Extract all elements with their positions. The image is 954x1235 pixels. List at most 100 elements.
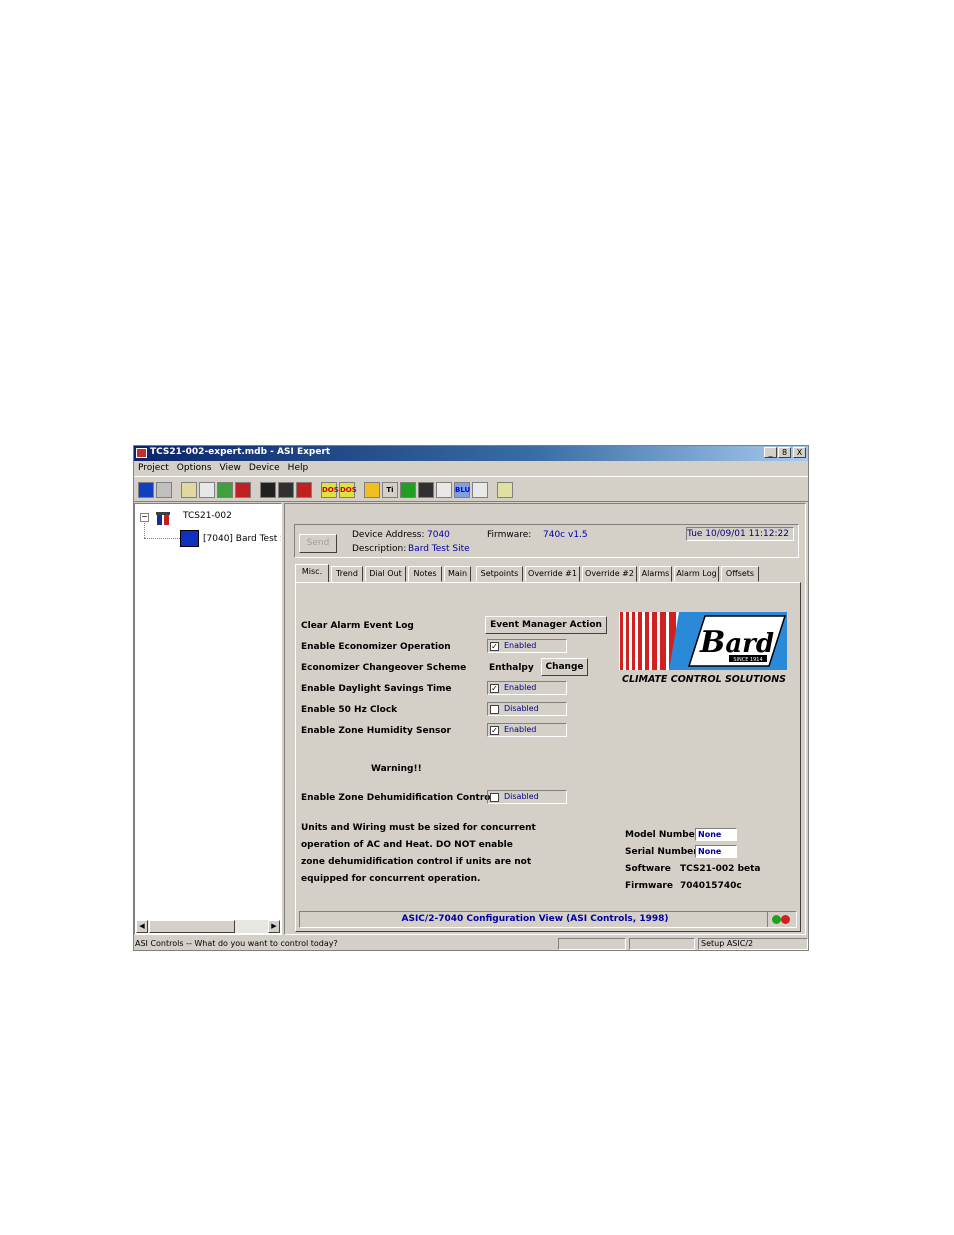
dial-icon[interactable] (181, 482, 197, 498)
changeover-value: Enthalpy (489, 663, 534, 673)
checkbox-empty-icon[interactable] (490, 793, 499, 802)
red-led-icon (781, 915, 790, 924)
tab-dial-out[interactable]: Dial Out (365, 566, 406, 582)
window-dark-icon[interactable] (418, 482, 434, 498)
tree-collapse-toggle[interactable]: − (140, 513, 149, 522)
green-square-icon[interactable] (400, 482, 416, 498)
title-bar[interactable]: TCS21-002-expert.mdb - ASI Expert _ 8 X (134, 446, 808, 461)
app-window: TCS21-002-expert.mdb - ASI Expert _ 8 X Pr… (133, 445, 809, 951)
humidity-state: Enabled (504, 725, 537, 734)
daylight-state: Enabled (504, 683, 537, 692)
tower-icon (155, 509, 171, 525)
binoculars-icon[interactable] (217, 482, 233, 498)
warning-text: Warning!! (371, 764, 422, 774)
menu-bar: Project Options View Device Help (134, 461, 808, 476)
menu-options[interactable]: Options (173, 461, 216, 473)
device-address-value: 7040 (427, 530, 450, 540)
dos-2-icon[interactable]: DOS (339, 482, 357, 498)
svg-text:Bard: Bard (699, 625, 774, 660)
tree-device-label[interactable]: [7040] Bard Test S (203, 534, 281, 544)
config-footer: ASIC/2-7040 Configuration View (ASI Cont… (299, 911, 797, 928)
dos-icon[interactable]: DOS (321, 482, 339, 498)
clock-checkbox[interactable]: Disabled (487, 702, 567, 716)
serial-number-field[interactable]: None (695, 845, 737, 858)
house-icon[interactable] (364, 482, 380, 498)
note-line: zone dehumidification control if units a… (301, 857, 532, 867)
project-tree[interactable]: − TCS21-002 [7040] Bard Test S ◀ ▶ (134, 503, 282, 935)
software-label: Software (625, 864, 671, 874)
blu-icon[interactable]: BLU (454, 482, 470, 498)
bard-logo: Bard SINCE 1914 CLIMATE CONTROL SOLUTION… (619, 610, 789, 686)
monitor-icon[interactable] (138, 482, 154, 498)
economizer-checkbox[interactable]: ✓ Enabled (487, 639, 567, 653)
tab-misc[interactable]: Misc. (295, 564, 329, 583)
horizontal-scrollbar[interactable]: ◀ ▶ (136, 920, 280, 933)
check-icon[interactable]: ✓ (490, 726, 499, 735)
tab-trend[interactable]: Trend (331, 566, 363, 582)
misc-tab-panel: Clear Alarm Event Log Event Manager Acti… (295, 582, 801, 932)
minimize-button[interactable]: _ (764, 447, 777, 458)
scroll-right-icon[interactable]: ▶ (268, 920, 280, 933)
dehumid-checkbox[interactable]: Disabled (487, 790, 567, 804)
footer-text: ASIC/2-7040 Configuration View (ASI Cont… (401, 914, 669, 924)
svg-text:SINCE 1914: SINCE 1914 (733, 657, 762, 663)
tab-override-2[interactable]: Override #2 (582, 566, 637, 582)
software-value: TCS21-002 beta (680, 864, 761, 874)
grid-2-icon[interactable] (472, 482, 488, 498)
note-line: Units and Wiring must be sized for concu… (301, 823, 536, 833)
status-pane-1 (558, 938, 626, 950)
economizer-state: Enabled (504, 641, 537, 650)
tab-offsets[interactable]: Offsets (721, 566, 759, 582)
device-icon (180, 530, 199, 547)
economizer-label: Enable Economizer Operation (301, 642, 451, 652)
check-icon[interactable]: ✓ (490, 642, 499, 651)
menu-help[interactable]: Help (284, 461, 313, 473)
tree-root-label[interactable]: TCS21-002 (183, 511, 232, 521)
changeover-label: Economizer Changeover Scheme (301, 663, 467, 673)
printer-icon[interactable] (156, 482, 172, 498)
check-icon[interactable]: ✓ (490, 684, 499, 693)
note-line: operation of AC and Heat. DO NOT enable (301, 840, 513, 850)
window-icon[interactable] (199, 482, 215, 498)
firmware-value: 740c v1.5 (543, 530, 588, 540)
change-button[interactable]: Change (541, 658, 588, 676)
main-panel: Send Device Address: 7040 Description: B… (284, 503, 806, 935)
tab-main[interactable]: Main (444, 566, 471, 582)
svg-text:CLIMATE CONTROL SOLUTIONS: CLIMATE CONTROL SOLUTIONS (622, 674, 786, 685)
send-button[interactable]: Send (299, 534, 337, 553)
status-bar: ASI Controls -- What do you want to cont… (134, 937, 808, 950)
menu-project[interactable]: Project (134, 461, 173, 473)
event-manager-button[interactable]: Event Manager Action (485, 616, 607, 634)
toolbar: DOS DOS Ti BLU (134, 476, 808, 502)
save-red-icon[interactable] (296, 482, 312, 498)
serial-number-label: Serial Number (625, 847, 698, 857)
tab-override-1[interactable]: Override #1 (525, 566, 580, 582)
tab-setpoints[interactable]: Setpoints (476, 566, 523, 582)
save-all-icon[interactable] (278, 482, 294, 498)
daylight-checkbox[interactable]: ✓ Enabled (487, 681, 567, 695)
scroll-left-icon[interactable]: ◀ (136, 920, 148, 933)
device-address-label: Device Address: (352, 530, 425, 540)
window-title: TCS21-002-expert.mdb - ASI Expert (150, 447, 331, 457)
model-number-field[interactable]: None (695, 828, 737, 841)
status-pane-right: Setup ASIC/2 (698, 938, 808, 950)
ti-icon[interactable]: Ti (382, 482, 398, 498)
tab-alarm-log[interactable]: Alarm Log (674, 566, 719, 582)
clear-alarm-label: Clear Alarm Event Log (301, 621, 414, 631)
restore-button[interactable]: 8 (778, 447, 791, 458)
menu-device[interactable]: Device (245, 461, 284, 473)
save-icon[interactable] (260, 482, 276, 498)
humidity-checkbox[interactable]: ✓ Enabled (487, 723, 567, 737)
record-icon[interactable] (235, 482, 251, 498)
model-number-label: Model Number (625, 830, 700, 840)
tab-notes[interactable]: Notes (408, 566, 442, 582)
scroll-thumb[interactable] (149, 920, 235, 933)
info-firmware-label: Firmware (625, 881, 673, 891)
menu-view[interactable]: View (216, 461, 245, 473)
tab-alarms[interactable]: Alarms (639, 566, 672, 582)
description-value: Bard Test Site (408, 544, 470, 554)
checkbox-empty-icon[interactable] (490, 705, 499, 714)
chart-icon[interactable] (497, 482, 513, 498)
close-button[interactable]: X (793, 447, 806, 458)
grid-icon[interactable] (436, 482, 452, 498)
